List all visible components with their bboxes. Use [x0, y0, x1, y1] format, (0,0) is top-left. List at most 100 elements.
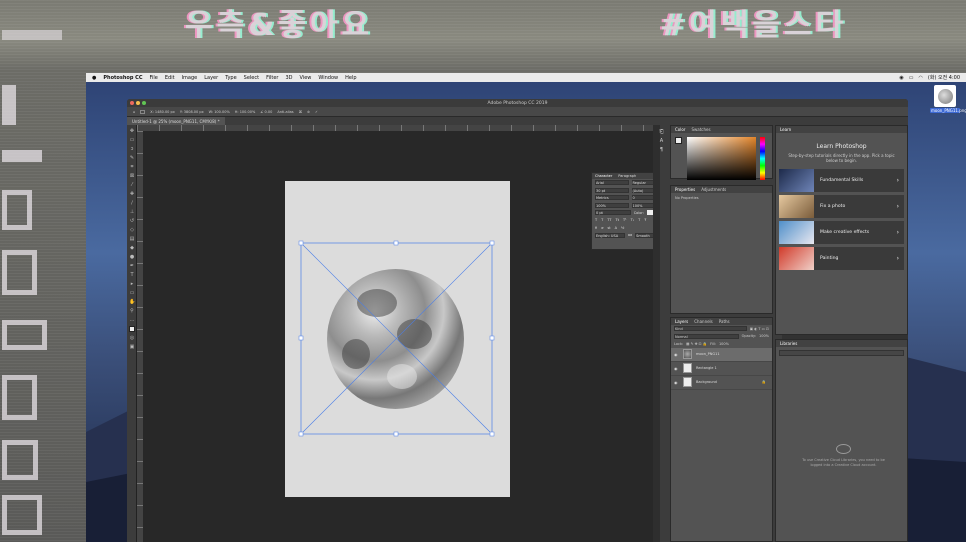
menu-window[interactable]: Window	[318, 75, 338, 81]
apple-icon[interactable]: ●	[92, 75, 96, 81]
option-h[interactable]: H: 100.00%	[235, 110, 256, 114]
eyedropper-icon[interactable]: ⁄	[129, 182, 135, 188]
commit-icon[interactable]: ✓	[315, 110, 318, 114]
subscript-icon[interactable]: T₁	[631, 218, 635, 222]
tab-properties[interactable]: Properties	[675, 187, 695, 192]
hue-slider[interactable]	[760, 137, 765, 180]
visibility-eye-icon[interactable]: ◉	[674, 380, 679, 385]
visibility-eye-icon[interactable]: ◉	[674, 352, 679, 357]
font-size-field[interactable]: 30 pt	[595, 187, 629, 193]
tab-layers[interactable]: Layers	[675, 319, 688, 324]
history-panel-icon[interactable]: ⎗	[658, 129, 665, 136]
faux-italic-icon[interactable]: T	[601, 218, 603, 222]
menu-app-name[interactable]: Photoshop CC	[103, 75, 142, 81]
dodge-icon[interactable]: ●	[129, 254, 135, 260]
layer-kind-filter[interactable]: Kind	[674, 326, 747, 332]
marquee-tool-icon[interactable]: ▭	[129, 137, 135, 143]
option-y[interactable]: Y: 3808.00 px	[180, 110, 204, 114]
eraser-icon[interactable]: ◇	[129, 227, 135, 233]
ordinal-icon[interactable]: A	[615, 226, 617, 230]
more-tools-icon[interactable]: …	[129, 317, 135, 323]
fraction-icon[interactable]: ½	[621, 226, 624, 230]
status-icon[interactable]: ◉	[899, 75, 903, 81]
type-tool-icon[interactable]: T	[129, 272, 135, 278]
layer-row[interactable]: ◉ Background 🔒	[671, 376, 772, 390]
baseline-shift-field[interactable]: 0 pt	[595, 210, 631, 216]
path-select-icon[interactable]: ▸	[129, 281, 135, 287]
home-icon[interactable]: ⌂	[133, 110, 135, 114]
blur-icon[interactable]: ◆	[129, 245, 135, 251]
library-search-input[interactable]	[779, 350, 904, 356]
color-field[interactable]	[687, 137, 756, 180]
learn-card-fundamental-skills[interactable]: Fundamental Skills ›	[779, 169, 904, 192]
zoom-tool-icon[interactable]: ⚲	[129, 308, 135, 314]
paragraph-panel-icon[interactable]: ¶	[658, 147, 665, 154]
underline-icon[interactable]: T	[638, 218, 640, 222]
healing-icon[interactable]: ✚	[129, 191, 135, 197]
option-interp[interactable]: Anti-alias	[277, 110, 293, 114]
tab-adjustments[interactable]: Adjustments	[701, 187, 726, 192]
strikethrough-icon[interactable]: Ŧ	[644, 218, 646, 222]
tab-libraries[interactable]: Libraries	[780, 341, 797, 346]
vertical-scale-field[interactable]: 100%	[595, 202, 629, 208]
learn-card-painting[interactable]: Painting ›	[779, 247, 904, 270]
tab-color[interactable]: Color	[675, 127, 685, 132]
reference-point-icon[interactable]	[140, 109, 146, 114]
language-select[interactable]: English: USA	[595, 232, 625, 238]
all-caps-icon[interactable]: TT	[607, 218, 611, 222]
battery-icon[interactable]: ▭	[909, 75, 914, 81]
menu-image[interactable]: Image	[182, 75, 198, 81]
warp-icon[interactable]: ⌘	[299, 110, 303, 114]
ligature-icon[interactable]: fi	[595, 226, 597, 230]
cancel-icon[interactable]: ⊘	[307, 110, 310, 114]
fill-field[interactable]: 100%	[719, 342, 729, 346]
opacity-field[interactable]: 100%	[759, 334, 769, 338]
desktop-file-icon[interactable]: moon_PNG11.png	[930, 85, 966, 113]
character-panel-icon[interactable]: A	[658, 138, 665, 145]
menu-select[interactable]: Select	[244, 75, 259, 81]
menu-edit[interactable]: Edit	[165, 75, 175, 81]
history-brush-icon[interactable]: ↺	[129, 218, 135, 224]
foreground-color-icon[interactable]	[129, 326, 135, 332]
swash-icon[interactable]: st	[607, 226, 610, 230]
menu-type[interactable]: Type	[225, 75, 236, 81]
menu-view[interactable]: View	[300, 75, 312, 81]
document-artboard[interactable]	[285, 181, 510, 497]
tab-learn[interactable]: Learn	[780, 127, 791, 132]
lock-icons[interactable]: ▦ ✎ ✥ ⊡ 🔒	[686, 342, 707, 346]
superscript-icon[interactable]: T¹	[623, 218, 627, 222]
small-caps-icon[interactable]: Tt	[616, 218, 620, 222]
kerning-field[interactable]: Metrics	[595, 195, 629, 201]
document-tab[interactable]: Untitled-1 @ 25% (moon_PNG11, CMYK/8) *	[127, 117, 225, 125]
oldstyle-icon[interactable]: σ	[601, 226, 603, 230]
filter-icons[interactable]: ▣ ◐ T ▭ ⊡	[750, 327, 769, 331]
tab-character[interactable]: Character	[595, 174, 612, 178]
menu-3d[interactable]: 3D	[286, 75, 293, 81]
quick-mask-icon[interactable]: ◎	[129, 335, 135, 341]
stamp-tool-icon[interactable]: ⊥	[129, 209, 135, 215]
transform-bounding-box[interactable]	[285, 181, 510, 497]
hand-tool-icon[interactable]: ✋	[129, 299, 135, 305]
learn-card-creative-effects[interactable]: Make creative effects ›	[779, 221, 904, 244]
pen-tool-icon[interactable]: ✒	[129, 263, 135, 269]
tab-paragraph[interactable]: Paragraph	[618, 174, 636, 178]
shape-tool-icon[interactable]: ▭	[129, 290, 135, 296]
lasso-tool-icon[interactable]: ↄ	[129, 146, 135, 152]
minimize-icon[interactable]	[136, 101, 140, 105]
move-tool-icon[interactable]: ✥	[129, 128, 135, 134]
font-family-select[interactable]: Arial	[595, 180, 629, 186]
tab-paths[interactable]: Paths	[719, 319, 730, 324]
menu-file[interactable]: File	[150, 75, 158, 81]
screen-mode-icon[interactable]: ▣	[129, 344, 135, 350]
menu-layer[interactable]: Layer	[204, 75, 218, 81]
crop-tool-icon[interactable]: ⌗	[129, 164, 135, 170]
quick-select-icon[interactable]: ✎	[129, 155, 135, 161]
foreground-swatch[interactable]	[675, 137, 682, 144]
layer-lock-icon[interactable]: 🔒	[762, 380, 772, 384]
menu-filter[interactable]: Filter	[266, 75, 278, 81]
tab-swatches[interactable]: Swatches	[691, 127, 710, 132]
zoom-icon[interactable]	[142, 101, 146, 105]
wifi-icon[interactable]: ◠	[919, 75, 923, 81]
frame-tool-icon[interactable]: ⊠	[129, 173, 135, 179]
learn-card-fix-a-photo[interactable]: Fix a photo ›	[779, 195, 904, 218]
